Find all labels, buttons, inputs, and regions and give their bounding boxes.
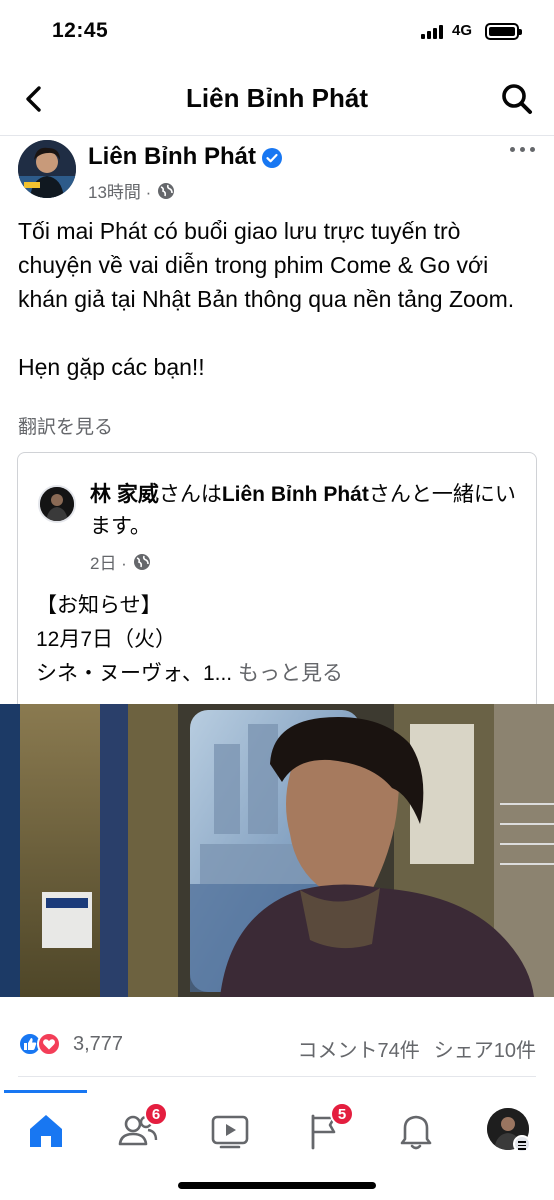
shared-post-meta: 2日 · [90, 549, 151, 574]
shared-post-body: 【お知らせ】 12月7日（火） シネ・ヌーヴォ、1... もっと見る [36, 589, 343, 691]
more-options-button[interactable] [510, 144, 536, 156]
post-text: Tối mai Phát có buổi giao lưu trực tuyến… [18, 214, 538, 384]
engagement-counts: コメント74件 シェア10件 [298, 1034, 537, 1063]
share-count[interactable]: シェア10件 [434, 1034, 536, 1063]
comment-count[interactable]: コメント74件 [298, 1034, 420, 1063]
shared-author-name[interactable]: 林 家威 [90, 483, 159, 506]
top-navigation: Liên Bỉnh Phát [0, 64, 554, 136]
shared-line: 12月7日（火） [36, 628, 177, 651]
shared-line: 【お知らせ】 [36, 594, 162, 617]
shared-post-time[interactable]: 2日 · [90, 549, 127, 574]
active-tab-indicator [4, 1090, 87, 1093]
see-more-link[interactable]: もっと見る [238, 662, 343, 685]
globe-icon [158, 182, 175, 199]
see-translation-link[interactable]: 翻訳を見る [18, 412, 113, 439]
tab-notifications[interactable] [394, 1108, 438, 1152]
page-title: Liên Bỉnh Phát [186, 83, 368, 113]
shared-post-header: 林 家威さんはLiên Bỉnh Phátさんと一緒にいます。 [90, 479, 520, 543]
reaction-count: 3,777 [73, 1032, 124, 1055]
network-label: 4G [452, 22, 473, 39]
battery-icon [485, 23, 522, 40]
friends-badge: 6 [144, 1102, 168, 1126]
signal-icon [421, 25, 443, 39]
shared-post-card[interactable]: 林 家威さんはLiên Bỉnh Phátさんと一緒にいます。 2日 · 【お知… [17, 452, 537, 704]
shared-with-prefix: さんは [158, 483, 222, 506]
author-name[interactable]: Liên Bỉnh Phát [88, 143, 256, 171]
post-photo[interactable] [0, 704, 554, 997]
home-icon [30, 1115, 62, 1147]
status-bar: 12:45 4G [0, 0, 554, 64]
reactions-summary[interactable]: 3,777 [18, 1032, 123, 1056]
post-paragraph: Hẹn gặp các bạn!! [18, 354, 205, 380]
menu-icon[interactable] [513, 1135, 531, 1153]
tagged-person[interactable]: Liên Bỉnh Phát [222, 483, 369, 506]
shared-line: シネ・ヌーヴォ、1... [36, 662, 233, 685]
author-avatar[interactable] [18, 140, 76, 198]
video-icon [211, 1115, 249, 1149]
bottom-tab-bar: 6 5 [0, 1090, 554, 1170]
bell-icon [400, 1115, 432, 1150]
divider [18, 1076, 536, 1077]
pages-badge: 5 [330, 1102, 354, 1126]
search-button[interactable] [500, 82, 534, 116]
tab-watch[interactable] [208, 1108, 252, 1152]
post-meta: 13時間 · [88, 178, 175, 203]
post-time[interactable]: 13時間 · [88, 178, 151, 203]
home-indicator [178, 1182, 376, 1189]
tab-pages[interactable]: 5 [302, 1102, 354, 1152]
verified-badge-icon [262, 148, 282, 168]
tab-home[interactable] [24, 1108, 68, 1152]
post-paragraph: Tối mai Phát có buổi giao lưu trực tuyến… [18, 218, 515, 312]
search-icon [502, 84, 532, 114]
tab-friends[interactable]: 6 [116, 1102, 168, 1152]
globe-icon [133, 553, 150, 570]
shared-author-avatar[interactable] [38, 485, 76, 523]
status-time: 12:45 [52, 19, 109, 42]
love-reaction-icon [37, 1032, 61, 1056]
